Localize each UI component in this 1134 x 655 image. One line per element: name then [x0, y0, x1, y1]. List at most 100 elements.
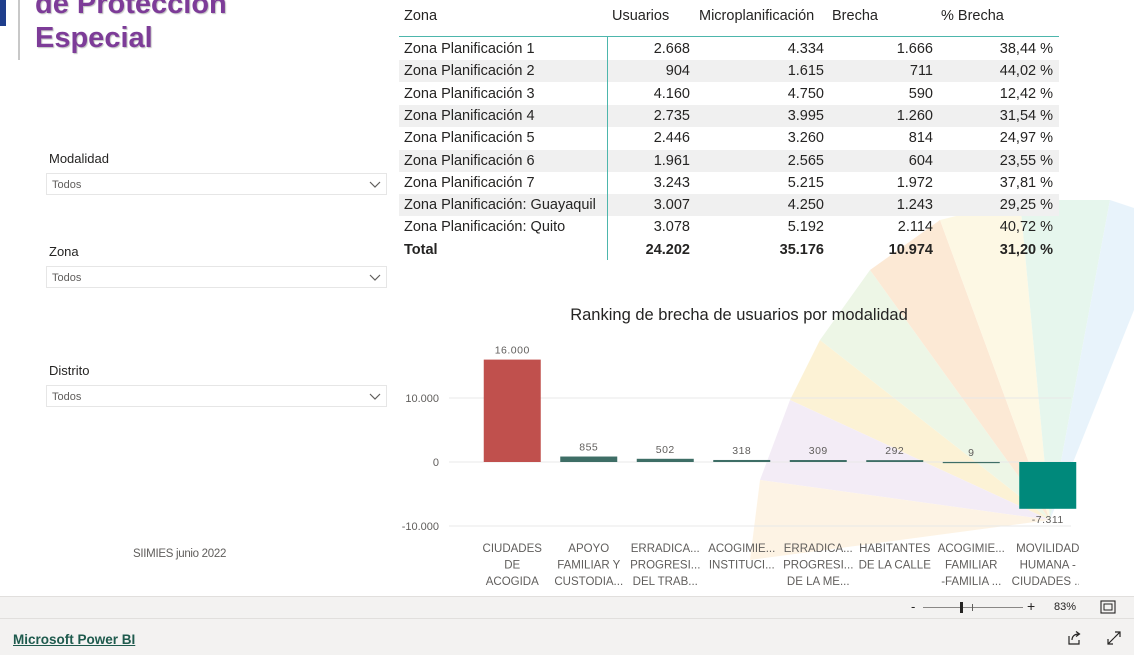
- report-title-line-1: de Protección: [35, 0, 227, 20]
- x-category-label: ACOGIMIE...: [708, 543, 775, 555]
- cell-usuarios: 2.735: [653, 107, 690, 124]
- cell-brecha: 1.666: [896, 41, 933, 57]
- bar-value-label: 318: [732, 445, 751, 457]
- zoom-out-button[interactable]: -: [911, 599, 915, 614]
- cell-pct-brecha: 37,81 %: [999, 174, 1053, 191]
- cell-brecha: 1.260: [896, 107, 933, 124]
- cell-brecha: 814: [908, 130, 933, 147]
- fit-to-page-icon[interactable]: [1100, 600, 1116, 614]
- x-category-label: ACOGIDA: [486, 576, 539, 588]
- cell-zona: Zona Planificación 2: [404, 63, 535, 80]
- header-microplanificacion[interactable]: Microplanificación: [699, 8, 814, 24]
- header-usuarios[interactable]: Usuarios: [612, 8, 669, 24]
- share-icon[interactable]: [1066, 630, 1082, 646]
- y-tick-label: 0: [433, 457, 439, 469]
- cell-zona: Zona Planificación: Quito: [404, 219, 566, 236]
- cell-pct-brecha: 12,42 %: [999, 85, 1053, 102]
- x-category-label: ERRADICA...: [784, 543, 853, 555]
- bar[interactable]: [483, 359, 541, 462]
- zoom-bar: - + 83%: [0, 596, 1134, 618]
- table-row[interactable]: Zona Planificación 6 1.961 2.565 604 23,55 %: [399, 149, 1059, 172]
- bar[interactable]: [713, 459, 771, 462]
- bar[interactable]: [1019, 462, 1077, 509]
- table-row[interactable]: Zona Planificación 3 4.160 4.750 590 12,42 %: [399, 83, 1059, 105]
- bar-value-label: 855: [579, 442, 598, 454]
- bar-value-label: -7.311: [1032, 514, 1064, 526]
- zoom-in-button[interactable]: +: [1027, 598, 1035, 614]
- table-header: Zona Usuarios Microplanificación Brecha …: [399, 0, 1059, 36]
- bar[interactable]: [866, 460, 924, 462]
- logo-mark: [0, 0, 6, 26]
- table-row[interactable]: Zona Planificación: Quito 3.078 5.192 2.114…: [399, 216, 1059, 238]
- x-category-label: PROGRESI...: [630, 560, 700, 572]
- x-category-label: CIUDADES: [483, 543, 543, 555]
- cell-pct-brecha: 40,72 %: [999, 219, 1053, 236]
- cell-pct-brecha: 31,54 %: [999, 107, 1053, 124]
- zoom-slider-handle[interactable]: [960, 602, 963, 613]
- cell-usuarios: 4.160: [653, 85, 690, 102]
- chevron-down-icon: [369, 181, 381, 188]
- bar[interactable]: [942, 461, 1000, 464]
- table-row[interactable]: Zona Planificación 1 2.668 4.334 1.666 38,44…: [399, 38, 1059, 60]
- header-zona[interactable]: Zona: [404, 8, 437, 24]
- bar[interactable]: [560, 456, 618, 462]
- cell-microplanificacion: 5.215: [787, 174, 824, 191]
- cell-zona: Zona Planificación 7: [404, 174, 535, 191]
- bar-value-label: 309: [809, 445, 828, 457]
- x-category-label: -FAMILIA ...: [941, 576, 1001, 588]
- table-row[interactable]: Zona Planificación: Guayaquil 3.007 4.250 1…: [399, 194, 1059, 217]
- cell-pct-brecha: 24,97 %: [999, 130, 1053, 147]
- cell-zona: Zona Planificación 3: [404, 85, 535, 102]
- x-category-label: FAMILIAR: [945, 560, 997, 572]
- zoom-percentage: 83%: [1054, 601, 1077, 613]
- slicer-distrito-dropdown[interactable]: Todos: [46, 385, 387, 407]
- header-brecha[interactable]: Brecha: [832, 8, 878, 24]
- slicer-zona-dropdown[interactable]: Todos: [46, 266, 387, 288]
- x-category-label: DE LA ME...: [787, 576, 850, 588]
- x-category-label: CUSTODIA...: [554, 576, 623, 588]
- expand-icon[interactable]: [1106, 630, 1122, 646]
- bar-value-label: 16.000: [495, 345, 530, 357]
- column-divider: [607, 37, 608, 260]
- table-row[interactable]: Zona Planificación 5 2.446 3.260 814 24,97 %: [399, 127, 1059, 149]
- cell-brecha: 604: [908, 152, 933, 169]
- powerbi-footer: Microsoft Power BI: [0, 618, 1134, 655]
- cell-brecha: 1.243: [896, 197, 933, 214]
- x-category-label: HUMANA -: [1020, 560, 1076, 572]
- report-title-line-2: Especial: [35, 22, 153, 54]
- slicer-value: Todos: [52, 391, 82, 403]
- bar[interactable]: [636, 458, 694, 462]
- x-category-label: ACOGIMIE...: [938, 543, 1005, 555]
- x-category-label: DEL TRAB...: [633, 576, 698, 588]
- cell-zona: Zona Planificación 5: [404, 130, 535, 147]
- table-row[interactable]: Zona Planificación 2 904 1.615 711 44,02 %: [399, 60, 1059, 83]
- zoom-slider-track[interactable]: [923, 607, 1023, 608]
- table-total-row[interactable]: Total 24.202 35.176 10.974 31,20 %: [399, 239, 1059, 261]
- header-pct-brecha[interactable]: % Brecha: [941, 8, 1004, 24]
- table-row[interactable]: Zona Planificación 7 3.243 5.215 1.972 37,81…: [399, 172, 1059, 194]
- cell-pct-brecha: 29,25 %: [999, 197, 1053, 214]
- chart-title: Ranking de brecha de usuarios por modali…: [570, 306, 908, 324]
- x-category-label: DE: [504, 560, 520, 572]
- x-category-label: ERRADICA...: [631, 543, 700, 555]
- slicer-value: Todos: [52, 272, 82, 284]
- x-category-label: FAMILIAR Y: [557, 560, 620, 572]
- x-category-label: CIUDADES ...: [1012, 576, 1079, 588]
- powerbi-link[interactable]: Microsoft Power BI: [13, 632, 135, 647]
- cell-microplanificacion: 2.565: [787, 152, 824, 169]
- bar[interactable]: [789, 460, 847, 462]
- cell-usuarios: 2.668: [653, 41, 690, 57]
- cell-microplanificacion: 1.615: [787, 63, 824, 80]
- source-note: SIIMIES junio 2022: [133, 548, 227, 560]
- slicer-modalidad-dropdown[interactable]: Todos: [46, 173, 387, 195]
- ranking-bar-chart: 10.000 0 -10.000 16.000 CIUDADES DE ACOGIDA 855…: [402, 345, 1079, 588]
- bar-value-label: 9: [968, 447, 974, 459]
- cell-brecha: 2.114: [897, 219, 933, 236]
- bar-value-label: 502: [656, 444, 675, 456]
- cell-zona: Zona Planificación: Guayaquil: [404, 197, 596, 214]
- cell-usuarios: 3.007: [653, 197, 690, 214]
- x-category-label: DE LA CALLE: [859, 560, 932, 572]
- x-category-label: APOYO: [568, 543, 609, 555]
- logo-divider: [18, 0, 20, 60]
- table-row[interactable]: Zona Planificación 4 2.735 3.995 1.260 31,54…: [399, 104, 1059, 127]
